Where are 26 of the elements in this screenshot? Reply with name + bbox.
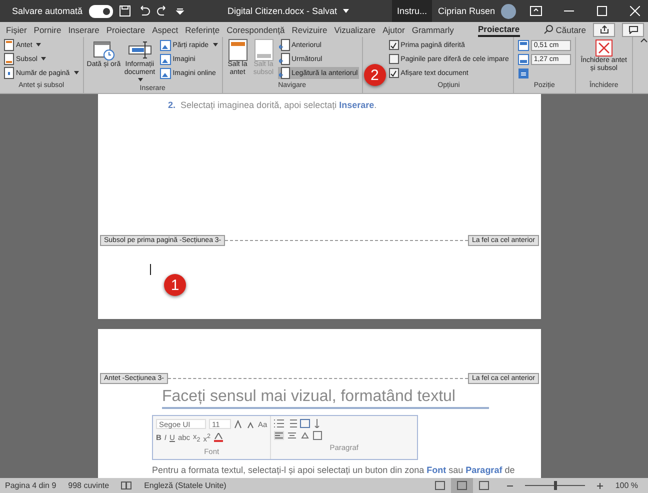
menu-tab[interactable]: Grammarly: [412, 24, 454, 36]
user-name[interactable]: Ciprian Rusen: [438, 6, 496, 16]
list-number: 2.: [168, 100, 176, 110]
instruction-text: Selectați imaginea dorită, apoi selectați Inserare.: [180, 100, 377, 110]
search-box[interactable]: Căutare: [544, 24, 586, 34]
menu-tab[interactable]: Corespondență: [226, 24, 285, 36]
menu-tab[interactable]: Inserare: [68, 24, 100, 36]
context-tab[interactable]: Instru...: [392, 0, 432, 22]
heading: Faceți sensul mai vizual, formatând textul: [162, 388, 489, 409]
menu-tab[interactable]: Pornire: [34, 24, 62, 36]
word-count[interactable]: 998 cuvinte: [68, 481, 110, 490]
menu-tab[interactable]: Ajutor: [382, 24, 405, 36]
language-status[interactable]: Engleză (Statele Unite): [144, 481, 226, 490]
autosave-label: Salvare automată: [12, 6, 83, 16]
menu-tab[interactable]: Vizualizare: [334, 24, 376, 36]
menu-tab[interactable]: Aspect: [152, 24, 178, 36]
menu-tab[interactable]: Referințe: [185, 24, 220, 36]
callout-badge: 2: [364, 64, 386, 86]
menu-tab[interactable]: Revizuire: [292, 24, 328, 36]
document-title[interactable]: Digital Citizen.docx - Salvat: [227, 6, 338, 16]
page-count[interactable]: Pagina 4 din 9: [5, 481, 56, 490]
callout-badge: 1: [164, 274, 186, 296]
zoom-level[interactable]: 100 %: [615, 481, 638, 490]
menu-tab[interactable]: Proiectare: [106, 24, 146, 36]
menu-tab[interactable]: Fișier: [6, 24, 27, 36]
body-paragraph: Pentru a formata textul, selectați-l și apoi selectați un buton din zona Font sau Paragraf de: [152, 464, 516, 474]
